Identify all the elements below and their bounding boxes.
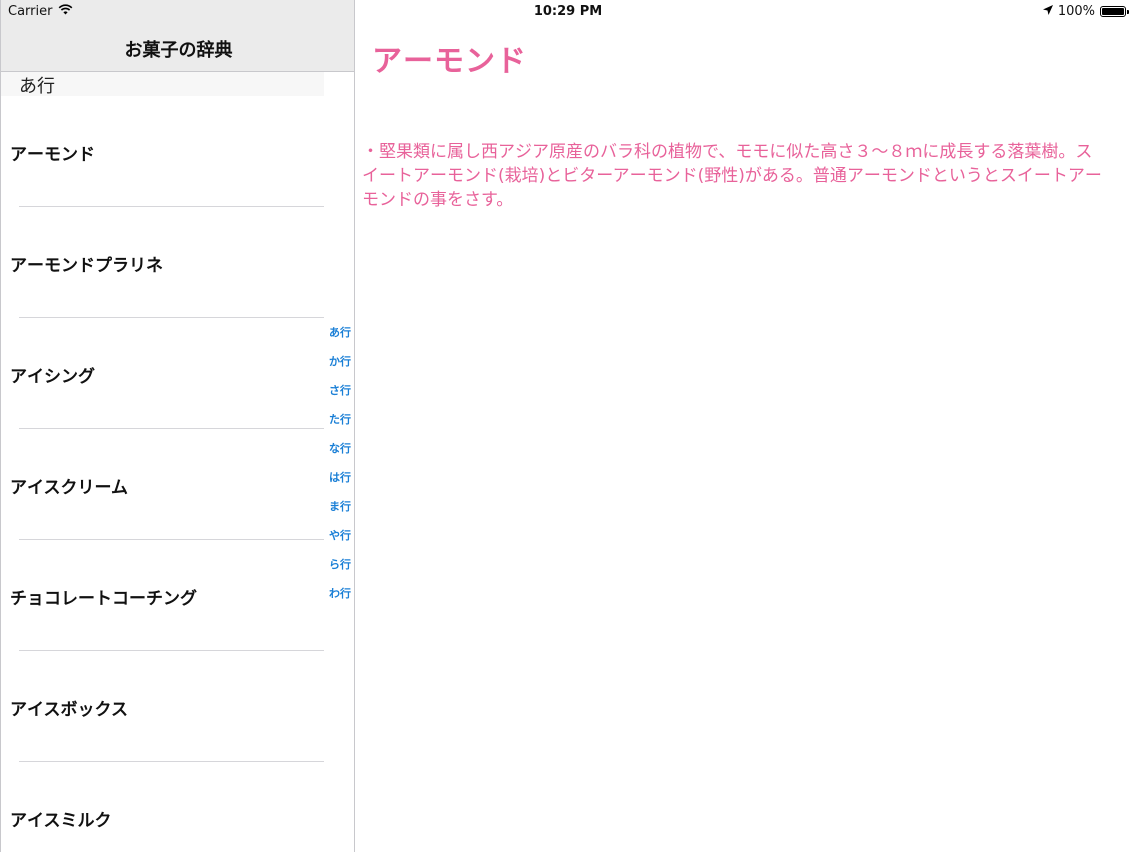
nav-title: お菓子の辞典 xyxy=(124,40,233,61)
status-time: 10:29 PM xyxy=(533,4,603,19)
list-item[interactable]: アーモンドプラリネ xyxy=(1,207,324,318)
detail-body: ・堅果類に属し西アジア原産のバラ科の植物で、モモに似た高さ３～８ｍに成長する落葉… xyxy=(362,142,1102,210)
index-item[interactable]: か行 xyxy=(329,347,351,376)
index-item[interactable]: な行 xyxy=(329,434,351,463)
list-item[interactable]: アーモンド xyxy=(1,96,324,207)
index-item[interactable]: は行 xyxy=(329,463,351,492)
dictionary-list: アーモンドアーモンドプラリネ アイシングアイスクリームチョコレートコーチング アイス… xyxy=(1,96,324,852)
index-item[interactable]: ま行 xyxy=(329,492,351,521)
list-item-label: アーモンド xyxy=(10,145,95,165)
status-left: Carrier xyxy=(8,4,73,19)
index-item[interactable]: ら行 xyxy=(329,550,351,579)
list-item-label: アイシング xyxy=(10,367,95,387)
index-item[interactable]: あ行 xyxy=(329,318,351,347)
section-header-label: あ行 xyxy=(19,76,55,97)
list-item[interactable]: アイスクリーム xyxy=(1,429,324,540)
location-arrow-icon xyxy=(1042,4,1053,19)
section-index-bar[interactable]: あ行 か行 さ行 た行 な行 は行 ま行 や行 ら行 わ行 xyxy=(324,318,354,608)
list-item-label: アーモンドプラリネ xyxy=(10,256,163,276)
detail-panel: アーモンド ・堅果類に属し西アジア原産のバラ科の植物で、モモに似た高さ３～８ｍに… xyxy=(356,24,1136,852)
list-item[interactable]: アイスミルク xyxy=(1,762,324,852)
list-item-label: チョコレートコーチング xyxy=(10,589,197,609)
detail-title: アーモンド xyxy=(372,44,527,79)
list-item[interactable]: アイシング xyxy=(1,318,324,429)
index-item[interactable]: わ行 xyxy=(329,579,351,608)
battery-icon xyxy=(1100,6,1129,17)
wifi-icon xyxy=(58,4,73,19)
carrier-label: Carrier xyxy=(8,4,53,19)
status-bar: Carrier 10:29 PM 100% xyxy=(0,0,1136,24)
index-item[interactable]: た行 xyxy=(329,405,351,434)
battery-fill xyxy=(1102,8,1124,15)
list-item-label: アイスミルク xyxy=(10,811,112,831)
master-panel: お菓子の辞典 あ行 アーモンドアーモンドプラリネ アイシングアイスクリームチョコレ… xyxy=(0,0,355,852)
list-item-label: アイスクリーム xyxy=(10,478,128,498)
list-item[interactable]: チョコレートコーチング xyxy=(1,540,324,651)
status-right: 100% xyxy=(1042,4,1129,19)
index-item[interactable]: さ行 xyxy=(329,376,351,405)
list-item[interactable]: アイスボックス xyxy=(1,651,324,762)
battery-percent: 100% xyxy=(1057,4,1095,19)
section-header: あ行 xyxy=(1,72,324,97)
index-item[interactable]: や行 xyxy=(329,521,351,550)
list-item-label: アイスボックス xyxy=(10,700,128,720)
